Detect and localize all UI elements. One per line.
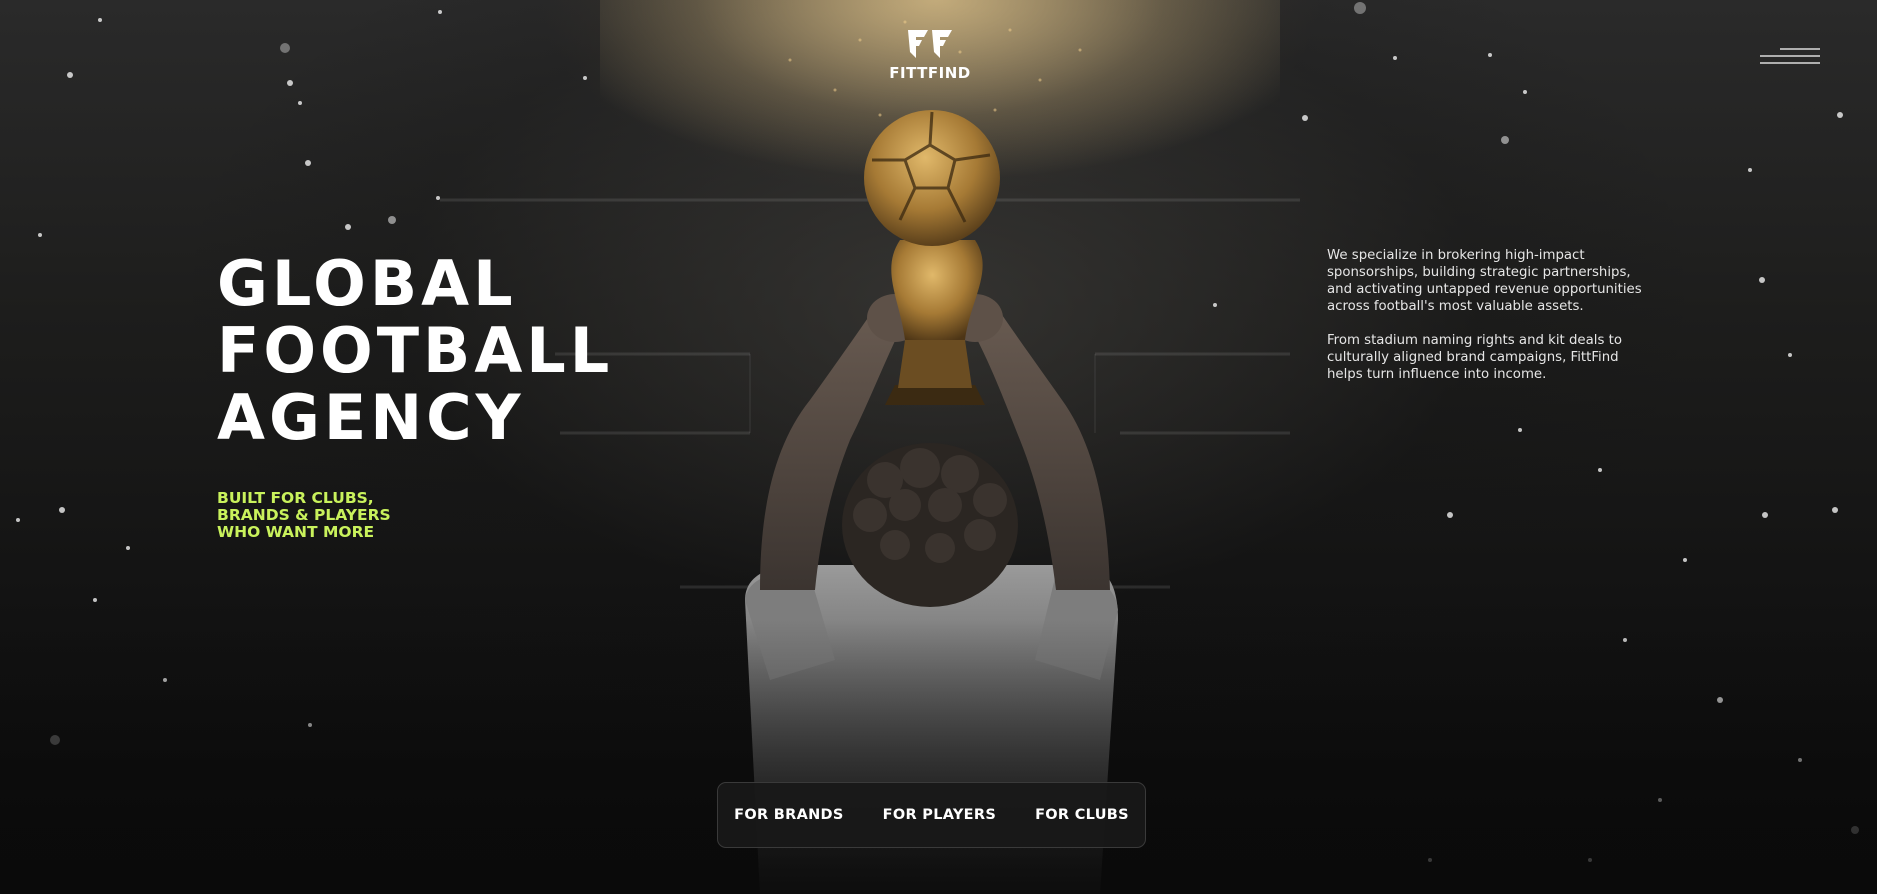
tagline-line: BUILT FOR CLUBS, (217, 489, 374, 507)
hamburger-menu-icon (1760, 48, 1820, 64)
for-clubs-link[interactable]: FOR CLUBS (1035, 807, 1129, 823)
hero-title: GLOBAL FOOTBALL AGENCY (217, 247, 614, 454)
intro-text: We specialize in brokering high-impact s… (1327, 247, 1657, 400)
brand-logo[interactable]: FITTFIND (878, 30, 982, 82)
tagline-line: BRANDS & PLAYERS (217, 506, 391, 524)
brand-name: FITTFIND (889, 64, 971, 82)
hero-title-line: FOOTBALL (217, 314, 614, 387)
audience-nav: FOR BRANDS FOR PLAYERS FOR CLUBS (717, 782, 1146, 848)
hero-title-line: GLOBAL (217, 247, 517, 320)
menu-button[interactable] (1760, 46, 1820, 72)
tagline-line: WHO WANT MORE (217, 523, 375, 541)
for-brands-link[interactable]: FOR BRANDS (734, 807, 844, 823)
hero-tagline: BUILT FOR CLUBS, BRANDS & PLAYERS WHO WA… (217, 490, 391, 541)
for-players-link[interactable]: FOR PLAYERS (883, 807, 996, 823)
ff-monogram-icon (908, 30, 952, 58)
intro-paragraph: We specialize in brokering high-impact s… (1327, 248, 1642, 314)
hero-title-line: AGENCY (217, 381, 525, 454)
landing-page: FITTFIND GLOBAL FOOTBALL AGENCY BUILT FO… (0, 0, 1877, 894)
intro-paragraph: From stadium naming rights and kit deals… (1327, 333, 1622, 382)
